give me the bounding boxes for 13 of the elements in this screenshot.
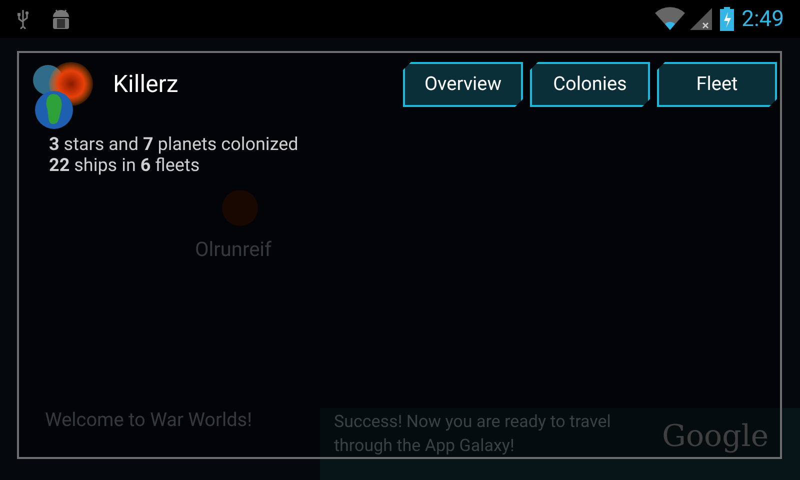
nav-button[interactable]: Colonies <box>530 62 650 107</box>
android-icon <box>50 7 72 31</box>
signal-icon <box>690 8 712 30</box>
clock-time: 2:49 <box>742 6 784 34</box>
nav-button[interactable]: Overview <box>403 62 523 107</box>
stats-line: 22 ships in 6 fleets <box>49 155 201 176</box>
nav-button[interactable]: Fleet <box>657 62 777 107</box>
stats-line: 3 stars and 7 planets colonized <box>49 134 300 155</box>
battery-charging-icon <box>720 7 734 31</box>
wifi-icon <box>654 7 686 31</box>
usb-icon <box>16 9 30 29</box>
empire-title: Killerz <box>113 69 178 100</box>
ad-logo: Google <box>662 418 769 456</box>
